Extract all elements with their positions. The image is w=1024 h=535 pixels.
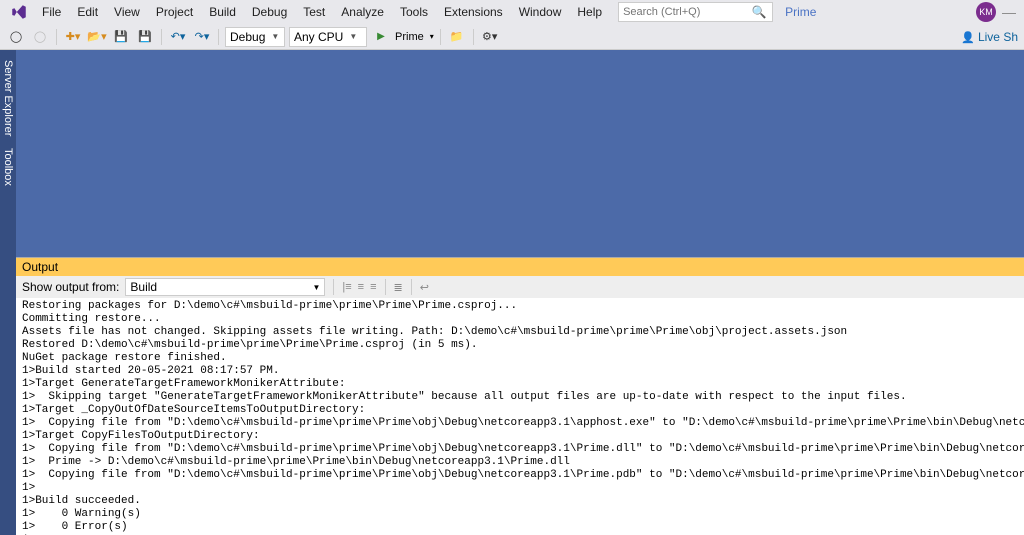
goto-next-icon[interactable]: ≡ bbox=[358, 281, 364, 293]
output-toolbar: Show output from: Build▼ |≡ ≡ ≡ ≣ ↩ bbox=[16, 276, 1024, 298]
undo-icon[interactable]: ↶▾ bbox=[168, 27, 188, 47]
rail-server-explorer[interactable]: Server Explorer bbox=[0, 54, 16, 142]
config-combo[interactable]: Debug▼ bbox=[225, 27, 285, 47]
save-icon[interactable]: 💾 bbox=[111, 27, 131, 47]
quick-search[interactable]: 🔍 bbox=[618, 2, 773, 22]
goto-prev-icon[interactable]: |≡ bbox=[342, 281, 351, 293]
menu-project[interactable]: Project bbox=[148, 2, 201, 22]
run-button[interactable]: ▶ bbox=[371, 27, 391, 47]
standard-toolbar: ◯ ◯ ✚▾ 📂▾ 💾 💾 ↶▾ ↷▾ Debug▼ Any CPU▼ ▶ Pr… bbox=[0, 24, 1024, 50]
vs-logo-icon bbox=[10, 3, 28, 21]
new-project-icon[interactable]: ✚▾ bbox=[63, 27, 83, 47]
menu-debug[interactable]: Debug bbox=[244, 2, 295, 22]
menu-bar: File Edit View Project Build Debug Test … bbox=[0, 0, 1024, 24]
nav-back-icon[interactable]: ◯ bbox=[6, 27, 26, 47]
user-avatar[interactable]: KM bbox=[976, 2, 996, 22]
run-label[interactable]: Prime bbox=[395, 31, 424, 43]
clear-icon[interactable]: ≣ bbox=[394, 281, 403, 294]
goto-icon[interactable]: ≡ bbox=[370, 281, 376, 293]
settings-icon[interactable]: ⚙▾ bbox=[480, 27, 500, 47]
editor-area bbox=[16, 50, 1024, 257]
open-icon[interactable]: 📂▾ bbox=[87, 27, 107, 47]
output-title-bar[interactable]: Output ▼ 📌 ✕ bbox=[16, 258, 1024, 276]
minimize-icon[interactable]: — bbox=[1002, 4, 1016, 20]
left-rail: Server Explorer Toolbox bbox=[0, 50, 16, 535]
output-source-combo[interactable]: Build▼ bbox=[125, 278, 325, 296]
menu-analyze[interactable]: Analyze bbox=[333, 2, 392, 22]
rail-toolbox[interactable]: Toolbox bbox=[0, 142, 16, 192]
save-all-icon[interactable]: 💾 bbox=[135, 27, 155, 47]
redo-icon[interactable]: ↷▾ bbox=[192, 27, 212, 47]
nav-fwd-icon[interactable]: ◯ bbox=[30, 27, 50, 47]
live-share-button[interactable]: 👤 Live Sh bbox=[961, 30, 1024, 44]
app-title: Prime bbox=[785, 5, 816, 19]
menu-view[interactable]: View bbox=[106, 2, 148, 22]
output-source-label: Show output from: bbox=[22, 280, 119, 294]
search-icon: 🔍 bbox=[751, 5, 767, 19]
menu-tools[interactable]: Tools bbox=[392, 2, 436, 22]
output-panel: Output ▼ 📌 ✕ Show output from: Build▼ |≡… bbox=[16, 257, 1024, 535]
folder-icon[interactable]: 📁 bbox=[447, 27, 467, 47]
wrap-icon[interactable]: ↩ bbox=[420, 281, 429, 294]
output-text[interactable]: Restoring packages for D:\demo\c#\msbuil… bbox=[16, 298, 1024, 535]
menu-file[interactable]: File bbox=[34, 2, 69, 22]
menu-extensions[interactable]: Extensions bbox=[436, 2, 511, 22]
menu-test[interactable]: Test bbox=[295, 2, 333, 22]
platform-combo[interactable]: Any CPU▼ bbox=[289, 27, 367, 47]
search-input[interactable] bbox=[619, 6, 751, 18]
menu-edit[interactable]: Edit bbox=[69, 2, 106, 22]
menu-window[interactable]: Window bbox=[511, 2, 570, 22]
menu-help[interactable]: Help bbox=[569, 2, 610, 22]
menu-build[interactable]: Build bbox=[201, 2, 244, 22]
